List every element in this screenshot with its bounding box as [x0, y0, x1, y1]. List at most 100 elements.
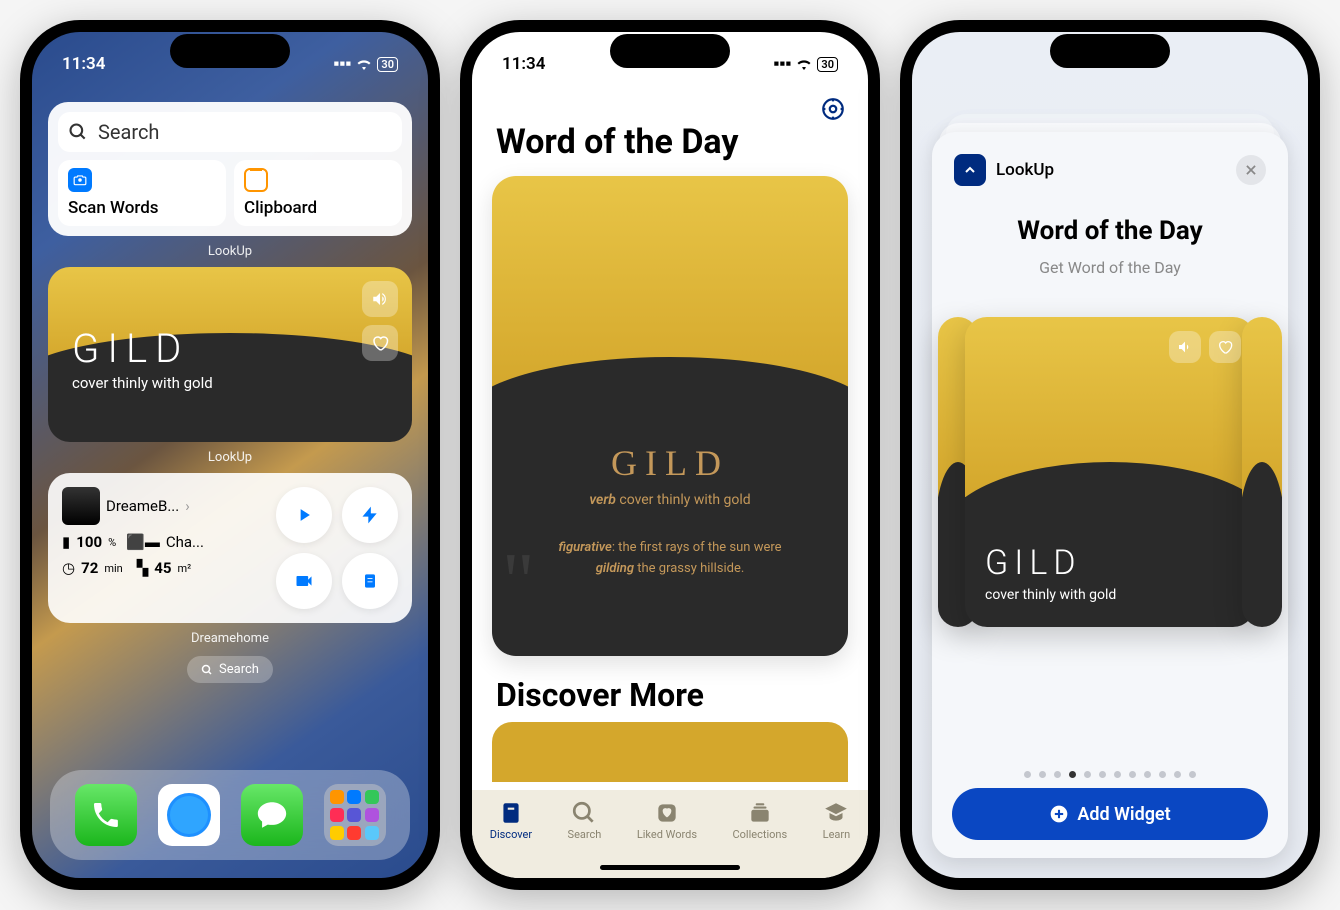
- widget-gallery-sheet: LookUp Word of the Day Get Word of the D…: [932, 132, 1288, 858]
- widget-label: LookUp: [48, 450, 412, 465]
- card-word: GILD: [512, 442, 828, 484]
- area-icon: ▚: [137, 559, 149, 577]
- page-dot[interactable]: [1084, 771, 1091, 778]
- wifi-icon: [355, 57, 373, 71]
- spotlight-search[interactable]: Search: [187, 656, 273, 683]
- speak-button[interactable]: [362, 281, 398, 317]
- speaker-icon: [1177, 339, 1193, 355]
- battery-icon: 30: [817, 57, 838, 72]
- page-dot[interactable]: [1129, 771, 1136, 778]
- camera-button[interactable]: [276, 553, 332, 609]
- tab-collections[interactable]: Collections: [733, 800, 788, 841]
- vacuum-image: [62, 487, 100, 525]
- like-button[interactable]: [362, 325, 398, 361]
- chevron-up-icon: [962, 162, 978, 178]
- widget-label: Dreamehome: [48, 631, 412, 646]
- phone-app-open: 11:34 ▪▪▪ 30 Word of the Day GILD verb c…: [460, 20, 880, 890]
- phone-icon: [90, 799, 122, 831]
- preview-definition: cover thinly with gold: [985, 587, 1116, 603]
- speaker-icon: [371, 290, 389, 308]
- page-dot[interactable]: [1039, 771, 1046, 778]
- like-button[interactable]: [1209, 331, 1241, 363]
- page-dot[interactable]: [1189, 771, 1196, 778]
- phone-homescreen: 11:34 ▪▪▪ 30 Search: [20, 20, 440, 890]
- widget-word: GILD: [72, 325, 213, 372]
- tab-discover[interactable]: Discover: [490, 800, 532, 841]
- app-name: LookUp: [996, 160, 1054, 180]
- video-icon: [294, 571, 314, 591]
- chevron-right-icon: ›: [185, 497, 190, 515]
- graduation-icon: [823, 800, 849, 826]
- clipboard-icon: [244, 168, 268, 192]
- safari-app[interactable]: [158, 784, 220, 846]
- page-dot[interactable]: [1054, 771, 1061, 778]
- widget-preview-next[interactable]: [1242, 317, 1282, 627]
- bolt-icon: [360, 505, 380, 525]
- battery-icon: 30: [377, 57, 398, 72]
- word-card[interactable]: GILD verb cover thinly with gold figurat…: [492, 176, 848, 656]
- charge-button[interactable]: [342, 487, 398, 543]
- home-indicator[interactable]: [600, 865, 740, 870]
- word-of-day-widget[interactable]: GILD cover thinly with gold: [48, 267, 412, 442]
- map-button[interactable]: [342, 553, 398, 609]
- plus-icon: [1049, 804, 1069, 824]
- widget-label: LookUp: [48, 244, 412, 259]
- gear-icon: [820, 96, 846, 122]
- page-dot[interactable]: [1174, 771, 1181, 778]
- search-icon: [571, 800, 597, 826]
- page-dot[interactable]: [1144, 771, 1151, 778]
- close-button[interactable]: [1236, 155, 1266, 185]
- messages-app[interactable]: [241, 784, 303, 846]
- page-dot[interactable]: [1024, 771, 1031, 778]
- tab-liked[interactable]: Liked Words: [637, 800, 697, 841]
- dynamic-island: [1050, 34, 1170, 68]
- preview-word: GILD: [985, 543, 1116, 583]
- speak-button[interactable]: [1169, 331, 1201, 363]
- gallery-title: Word of the Day: [954, 216, 1266, 246]
- page-dots[interactable]: [932, 771, 1288, 778]
- widget-preview[interactable]: GILD cover thinly with gold: [965, 317, 1255, 627]
- dreamehome-widget[interactable]: DreameB... › ▮ 100% ⬛▬ Cha... ◷ 72min: [48, 473, 412, 623]
- page-dot[interactable]: [1159, 771, 1166, 778]
- camera-icon: [68, 168, 92, 192]
- gallery-subtitle: Get Word of the Day: [954, 258, 1266, 277]
- message-icon: [255, 798, 289, 832]
- page-dot[interactable]: [1099, 771, 1106, 778]
- dock: [50, 770, 410, 860]
- tab-search[interactable]: Search: [568, 800, 602, 841]
- section-title: Discover More: [472, 656, 868, 722]
- add-widget-button[interactable]: Add Widget: [952, 788, 1268, 840]
- lookup-search-widget[interactable]: Search Scan Words: [48, 102, 412, 236]
- search-placeholder: Search: [98, 120, 159, 144]
- dynamic-island: [610, 34, 730, 68]
- clock-icon: ◷: [62, 559, 75, 577]
- settings-button[interactable]: [820, 96, 846, 126]
- play-icon: [294, 505, 314, 525]
- heart-icon: [371, 334, 389, 352]
- safari-icon: [164, 790, 214, 840]
- card-example: figurative: the first rays of the sun we…: [512, 538, 828, 580]
- phone-widget-gallery: LookUp Word of the Day Get Word of the D…: [900, 20, 1320, 890]
- search-icon: [201, 664, 213, 676]
- clipboard-button[interactable]: Clipboard: [234, 160, 402, 226]
- status-time: 11:34: [62, 54, 105, 74]
- book-icon: [498, 800, 524, 826]
- scan-words-button[interactable]: Scan Words: [58, 160, 226, 226]
- page-dot[interactable]: [1069, 771, 1076, 778]
- heart-icon: [1217, 339, 1233, 355]
- play-button[interactable]: [276, 487, 332, 543]
- page-dot[interactable]: [1114, 771, 1121, 778]
- discover-card[interactable]: [492, 722, 848, 782]
- stack-icon: [747, 800, 773, 826]
- device-name: DreameB...: [106, 497, 179, 515]
- heart-icon: [654, 800, 680, 826]
- phone-app[interactable]: [75, 784, 137, 846]
- search-field[interactable]: Search: [58, 112, 402, 152]
- signal-icon: ▪▪▪: [773, 54, 791, 74]
- tab-learn[interactable]: Learn: [823, 800, 851, 841]
- app-folder[interactable]: [324, 784, 386, 846]
- app-icon: [954, 154, 986, 186]
- signal-icon: ▪▪▪: [333, 54, 351, 74]
- status-time: 11:34: [502, 54, 545, 74]
- search-icon: [68, 122, 88, 142]
